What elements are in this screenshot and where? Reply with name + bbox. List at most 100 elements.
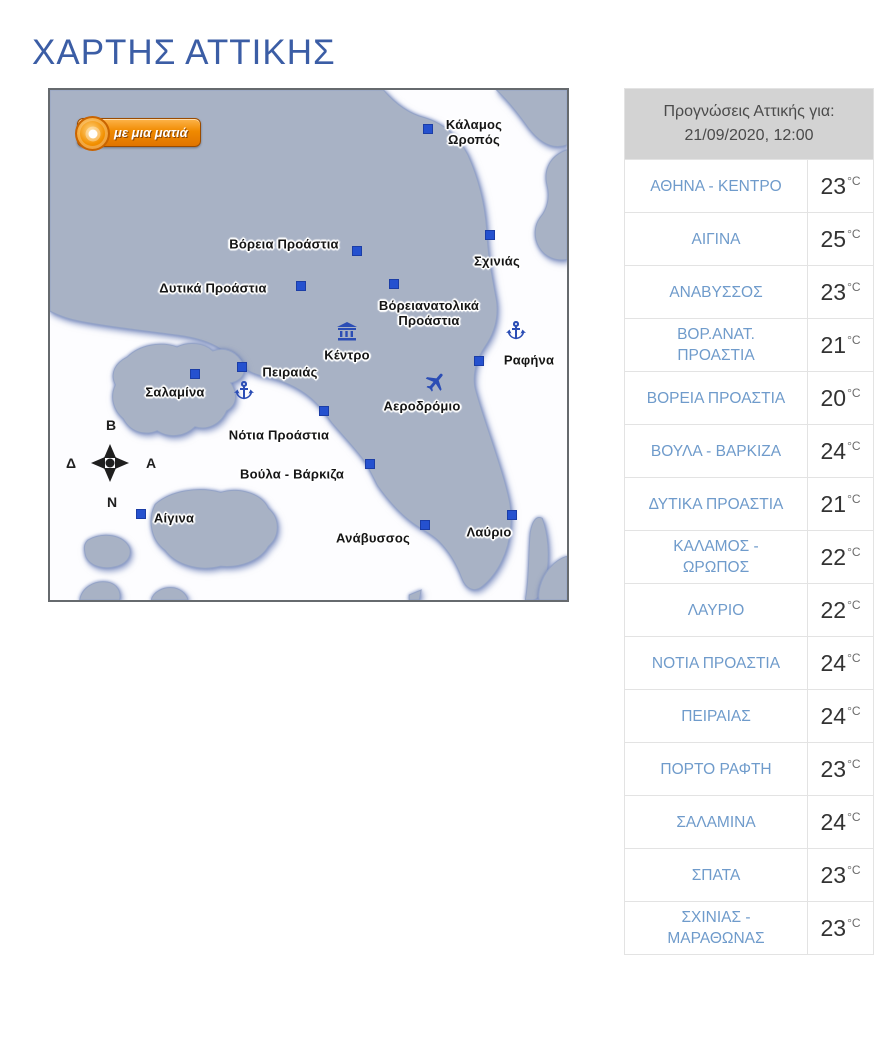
map-label-voreianatolika-proastia: Βόρειανατολικά Προάστια <box>379 298 479 328</box>
page-title: ΧΑΡΤΗΣ ΑΤΤΙΚΗΣ <box>32 33 336 73</box>
forecast-location-link[interactable]: ΛΑΥΡΙΟ <box>625 584 807 636</box>
forecast-row: ΛΑΥΡΙΟ 22°C <box>625 583 873 636</box>
map-label-kentro: Κέντρο <box>324 348 369 363</box>
at-a-glance-label: με μια ματιά <box>114 125 188 140</box>
forecast-temp-value: 22 <box>820 597 846 624</box>
forecast-row: ΣΧΙΝΙΑΣ - ΜΑΡΑΘΩΝΑΣ 23°C <box>625 901 873 954</box>
small-island <box>80 582 120 600</box>
forecast-temp-value: 23 <box>820 915 846 942</box>
map-label-schinias: Σχινιάς <box>474 254 520 269</box>
forecast-location-link[interactable]: ΝΟΤΙΑ ΠΡΟΑΣΤΙΑ <box>625 637 807 689</box>
forecast-location-link[interactable]: ΑΘΗΝΑ - ΚΕΝΤΡΟ <box>625 160 807 212</box>
forecast-temp-value: 23 <box>820 756 846 783</box>
forecast-row: ΔΥΤΙΚΑ ΠΡΟΑΣΤΙΑ 21°C <box>625 477 873 530</box>
forecast-location-link[interactable]: ΠΟΡΤΟ ΡΑΦΤΗ <box>625 743 807 795</box>
forecast-location-link[interactable]: ΔΥΤΙΚΑ ΠΡΟΑΣΤΙΑ <box>625 478 807 530</box>
forecast-row: ΚΑΛΑΜΟΣ - ΩΡΩΠΟΣ 22°C <box>625 530 873 583</box>
compass-arrows-icon <box>78 431 142 495</box>
forecast-location-link[interactable]: ΑΙΓΙΝΑ <box>625 213 807 265</box>
forecast-location-link[interactable]: ΒΟΡΕΙΑ ΠΡΟΑΣΤΙΑ <box>625 372 807 424</box>
forecast-row: ΒΟΥΛΑ - ΒΑΡΚΙΖΑ 24°C <box>625 424 873 477</box>
forecast-temp-cell: 22°C <box>807 531 873 583</box>
anchor-icon <box>232 379 256 403</box>
compass-rose: Β Ν Δ Α <box>65 418 155 508</box>
forecast-temp-value: 24 <box>820 438 846 465</box>
forecast-location-link[interactable]: ΒΟΡ.ΑΝΑΤ. ΠΡΟΑΣΤΙΑ <box>625 319 807 371</box>
forecast-temp-unit: °C <box>847 280 860 294</box>
map-label-kalamos-oropos: Κάλαμος Ωροπός <box>446 117 502 147</box>
forecast-temp-value: 23 <box>820 862 846 889</box>
forecast-temp-value: 20 <box>820 385 846 412</box>
forecast-location-link[interactable]: ΑΝΑΒΥΣΣΟΣ <box>625 266 807 318</box>
forecast-temp-cell: 21°C <box>807 319 873 371</box>
anchor-icon <box>504 319 528 343</box>
forecast-temp-unit: °C <box>847 545 860 559</box>
map-label-anavyssos: Ανάβυσσος <box>336 531 410 546</box>
map-label-lavrio: Λαύριο <box>466 525 511 540</box>
location-marker-voula-varkiza <box>365 459 375 469</box>
at-a-glance-button[interactable]: με μια ματιά <box>77 118 201 147</box>
temple-icon <box>335 320 359 344</box>
small-island <box>151 588 188 600</box>
location-marker-kalamos-oropos <box>423 124 433 134</box>
location-marker-rafina <box>474 356 484 366</box>
island-top-right <box>497 90 567 147</box>
mainland-attica <box>50 90 511 590</box>
forecast-temp-value: 22 <box>820 544 846 571</box>
attica-weather-map: Κάλαμος ΩροπόςΒόρεια ΠροάστιαΣχινιάςΔυτι… <box>48 88 569 602</box>
forecast-temp-unit: °C <box>847 386 860 400</box>
forecast-temp-unit: °C <box>847 598 860 612</box>
forecast-temp-value: 21 <box>820 491 846 518</box>
map-geography <box>50 90 567 600</box>
map-label-peiraias: Πειραιάς <box>262 365 317 380</box>
forecast-location-link[interactable]: ΣΧΙΝΙΑΣ - ΜΑΡΑΘΩΝΑΣ <box>625 902 807 954</box>
map-label-voreia-proastia: Βόρεια Προάστια <box>229 237 338 252</box>
map-label-aerodromio: Αεροδρόμιο <box>384 399 461 414</box>
map-label-notia-proastia: Νότια Προάστια <box>229 428 329 443</box>
forecast-temp-cell: 23°C <box>807 266 873 318</box>
forecast-location-link[interactable]: ΠΕΙΡΑΙΑΣ <box>625 690 807 742</box>
map-label-rafina: Ραφήνα <box>504 353 554 368</box>
forecast-location-link[interactable]: ΣΑΛΑΜΙΝΑ <box>625 796 807 848</box>
forecast-temp-value: 25 <box>820 226 846 253</box>
map-label-aigina: Αίγινα <box>154 511 194 526</box>
forecast-location-link[interactable]: ΚΑΛΑΜΟΣ - ΩΡΩΠΟΣ <box>625 531 807 583</box>
forecast-row: ΠΟΡΤΟ ΡΑΦΤΗ 23°C <box>625 742 873 795</box>
forecast-temp-cell: 23°C <box>807 160 873 212</box>
forecast-temp-cell: 20°C <box>807 372 873 424</box>
forecast-location-link[interactable]: ΣΠΑΤΑ <box>625 849 807 901</box>
forecast-temp-unit: °C <box>847 333 860 347</box>
forecast-location-link[interactable]: ΒΟΥΛΑ - ΒΑΡΚΙΖΑ <box>625 425 807 477</box>
forecast-temp-unit: °C <box>847 651 860 665</box>
forecast-temp-unit: °C <box>847 227 860 241</box>
location-marker-voreianatolika-proastia <box>389 279 399 289</box>
location-marker-peiraias <box>237 362 247 372</box>
island-right-edge <box>535 150 567 260</box>
forecast-temp-unit: °C <box>847 757 860 771</box>
forecast-row: ΒΟΡΕΙΑ ΠΡΟΑΣΤΙΑ 20°C <box>625 371 873 424</box>
small-island <box>84 535 130 567</box>
forecast-table: Προγνώσεις Αττικής για: 21/09/2020, 12:0… <box>624 88 874 955</box>
location-marker-voreia-proastia <box>352 246 362 256</box>
forecast-row: ΑΙΓΙΝΑ 25°C <box>625 212 873 265</box>
compass-south-label: Ν <box>107 494 117 510</box>
forecast-temp-unit: °C <box>847 916 860 930</box>
small-island <box>409 590 421 600</box>
location-marker-aigina <box>136 509 146 519</box>
forecast-row: ΝΟΤΙΑ ΠΡΟΑΣΤΙΑ 24°C <box>625 636 873 689</box>
compass-west-label: Δ <box>66 455 76 471</box>
map-label-salamina: Σαλαμίνα <box>145 385 204 400</box>
forecast-header: Προγνώσεις Αττικής για: 21/09/2020, 12:0… <box>625 89 873 159</box>
forecast-temp-cell: 22°C <box>807 584 873 636</box>
forecast-temp-unit: °C <box>847 439 860 453</box>
location-marker-salamina <box>190 369 200 379</box>
forecast-row: ΠΕΙΡΑΙΑΣ 24°C <box>625 689 873 742</box>
forecast-temp-cell: 23°C <box>807 743 873 795</box>
location-marker-schinias <box>485 230 495 240</box>
forecast-temp-value: 24 <box>820 650 846 677</box>
forecast-row: ΣΑΛΑΜΙΝΑ 24°C <box>625 795 873 848</box>
compass-east-label: Α <box>146 455 156 471</box>
forecast-temp-cell: 24°C <box>807 796 873 848</box>
forecast-row: ΒΟΡ.ΑΝΑΤ. ΠΡΟΑΣΤΙΑ 21°C <box>625 318 873 371</box>
forecast-header-title: Προγνώσεις Αττικής για: <box>663 100 834 124</box>
